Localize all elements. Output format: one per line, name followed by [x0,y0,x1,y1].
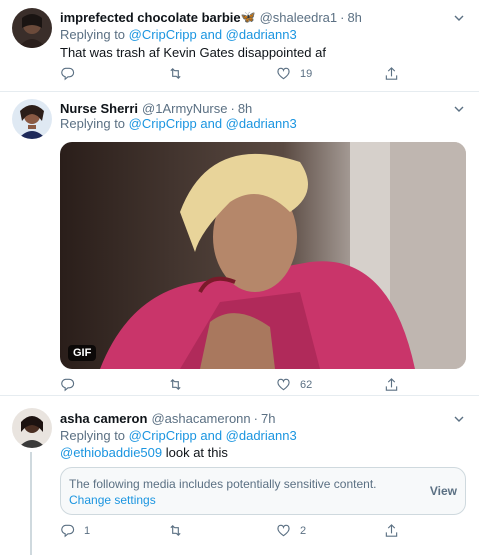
avatar[interactable] [12,8,52,48]
like-count: 19 [300,67,313,80]
tweet-text-rest: look at this [162,445,228,460]
timestamp[interactable]: 7h [261,411,275,426]
replying-to-link[interactable]: @CripCripp and @dadriann3 [129,116,297,131]
reply-icon [61,67,75,81]
like-button[interactable]: 2 [276,523,306,538]
tweet-actions: 62 [60,377,420,393]
separator-dot: · [253,410,258,426]
avatar[interactable] [12,408,52,448]
retweet-icon [170,68,181,79]
user-handle[interactable]: @ashacameronn [151,411,250,426]
retweet-icon [170,525,181,536]
heart-icon [277,378,290,391]
share-button[interactable] [384,66,399,81]
tweet-actions: 19 [60,66,420,82]
reply-icon [61,524,75,538]
retweet-button[interactable] [168,377,183,392]
chevron-down-icon[interactable] [453,103,465,115]
timestamp[interactable]: 8h [347,10,361,25]
replying-to-link[interactable]: @CripCripp and @dadriann3 [129,27,297,42]
mention-link[interactable]: @ethiobaddie509 [60,445,162,460]
reply-button[interactable] [60,377,75,392]
change-settings-link[interactable]: Change settings [69,493,156,507]
view-button[interactable]: View [430,484,457,498]
retweet-button[interactable] [168,523,183,538]
separator-dot: · [230,100,235,116]
like-count: 2 [300,524,307,537]
reply-icon [61,378,75,392]
gif-media[interactable]: GIF [60,142,466,369]
tweet-text: @ethiobaddie509 look at this [60,445,228,460]
separator-dot: · [340,9,345,25]
share-icon [385,378,398,391]
thread-line [30,452,32,555]
avatar-image [12,99,52,139]
user-handle[interactable]: @1ArmyNurse [142,101,227,116]
sensitive-media-notice: The following media includes potentially… [60,467,466,515]
avatar-image [12,8,52,48]
chevron-down-icon[interactable] [453,413,465,425]
display-name[interactable]: Nurse Sherri [60,101,138,116]
share-button[interactable] [384,523,399,538]
share-icon [385,524,398,537]
retweet-icon [170,379,181,390]
timestamp[interactable]: 8h [238,101,252,116]
tweet[interactable]: imprefected chocolate barbie 🦋 @shaleedr… [0,0,479,92]
heart-icon [277,67,290,80]
tweet-actions: 1 2 [60,523,420,539]
reply-count: 1 [84,524,91,537]
like-count: 62 [300,378,313,391]
avatar-image [12,408,52,448]
share-button[interactable] [384,377,399,392]
replying-to: Replying to @CripCripp and @dadriann3 [60,27,297,42]
replying-to: Replying to @CripCripp and @dadriann3 [60,116,297,131]
tweet-header: Nurse Sherri @1ArmyNurse · 8h [60,99,252,117]
gif-image [60,142,466,369]
butterfly-emoji: 🦋 [240,10,256,24]
avatar[interactable] [12,99,52,139]
heart-icon [277,524,290,537]
replying-prefix: Replying to [60,116,129,131]
share-icon [385,67,398,80]
tweet-text: That was trash af Kevin Gates disappoint… [60,45,326,60]
like-button[interactable]: 62 [276,377,312,392]
sensitive-notice-text: The following media includes potentially… [69,477,377,491]
reply-button[interactable] [60,66,75,81]
reply-button[interactable]: 1 [60,523,90,538]
replying-prefix: Replying to [60,27,129,42]
replying-prefix: Replying to [60,428,129,443]
tweet-header: asha cameron @ashacameronn · 7h [60,409,275,427]
replying-to: Replying to @CripCripp and @dadriann3 [60,428,297,443]
chevron-down-icon[interactable] [453,12,465,24]
like-button[interactable]: 19 [276,66,312,81]
tweet-header: imprefected chocolate barbie 🦋 @shaleedr… [60,8,362,26]
display-name[interactable]: imprefected chocolate barbie [60,10,241,25]
replying-to-link[interactable]: @CripCripp and @dadriann3 [129,428,297,443]
user-handle[interactable]: @shaleedra1 [260,10,338,25]
display-name[interactable]: asha cameron [60,411,147,426]
gif-badge: GIF [68,345,97,361]
retweet-button[interactable] [168,66,183,81]
